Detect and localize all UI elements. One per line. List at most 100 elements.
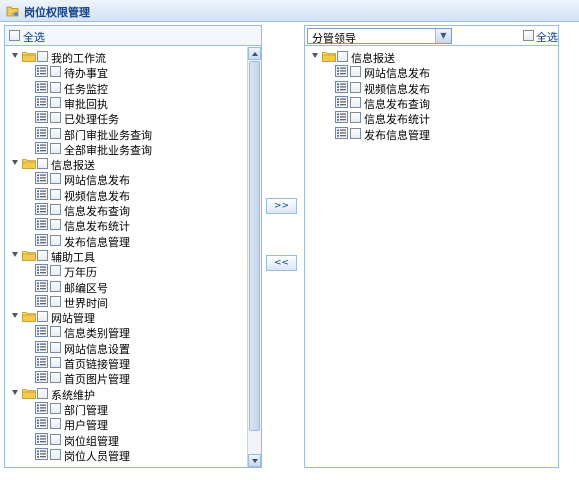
page-icon	[335, 111, 348, 124]
tree-item: 岗位人员管理	[5, 447, 245, 463]
tree-item: 视频信息发布	[305, 80, 545, 96]
item-checkbox[interactable]	[350, 81, 361, 93]
left-select-all-label[interactable]: 全选	[23, 29, 45, 45]
folder-icon	[22, 388, 36, 399]
item-checkbox[interactable]	[350, 96, 361, 108]
triangle-down-icon[interactable]	[12, 313, 18, 319]
right-select-all-checkbox[interactable]	[523, 30, 534, 41]
item-checkbox[interactable]	[50, 418, 61, 430]
assigned-permissions-tree: 信息报送 网站信息发布 视频信息发布 信息发布查询 信息发布统计 发布信息管理	[305, 47, 557, 467]
tree-item: 部门管理	[5, 401, 245, 417]
scroll-thumb[interactable]	[249, 61, 260, 431]
triangle-down-icon[interactable]	[12, 389, 18, 395]
tree-item: 首页图片管理	[5, 370, 245, 386]
assigned-permissions-panel: 分管领导 ▼ 全选 信息报送 网站信息发布 视频信息发布 信息发布查询 信息发布统计 发布…	[304, 25, 559, 468]
group-checkbox[interactable]	[37, 311, 48, 323]
tree-item: 任务监控	[5, 80, 245, 96]
tree-item: 信息发布查询	[5, 202, 245, 218]
folder-key-icon	[6, 6, 19, 17]
scroll-up-button[interactable]	[248, 47, 261, 60]
right-select-all-label[interactable]: 全选	[536, 29, 558, 45]
group-checkbox[interactable]	[37, 249, 48, 261]
page-icon	[35, 141, 48, 154]
add-permission-button[interactable]: >>	[266, 198, 297, 214]
group-checkbox[interactable]	[337, 51, 348, 62]
tree-item: 信息发布统计	[305, 110, 545, 126]
folder-icon	[322, 51, 336, 62]
chevron-down-icon[interactable]: ▼	[435, 29, 451, 43]
item-checkbox[interactable]	[350, 66, 361, 78]
item-checkbox[interactable]	[50, 173, 61, 185]
item-checkbox[interactable]	[50, 357, 61, 368]
item-checkbox[interactable]	[50, 234, 61, 246]
tree-item: 用户管理	[5, 416, 245, 432]
page-icon	[35, 356, 48, 368]
available-permissions-panel: 全选 我的工作流 待办事宜 任务监控 审批回执 已处理任务 部门审批业务查询 全部审批业务查…	[4, 25, 262, 468]
page-icon	[35, 264, 48, 277]
group-checkbox[interactable]	[37, 158, 48, 170]
item-checkbox[interactable]	[50, 280, 61, 292]
item-checkbox[interactable]	[50, 142, 61, 154]
left-tree-scrollbar[interactable]	[247, 47, 261, 467]
tree-item: 信息发布统计	[5, 217, 245, 233]
scroll-down-button[interactable]	[248, 454, 261, 467]
page-icon	[35, 65, 48, 78]
item-checkbox[interactable]	[350, 127, 361, 139]
item-checkbox[interactable]	[50, 204, 61, 215]
item-checkbox[interactable]	[50, 433, 61, 445]
item-checkbox[interactable]	[50, 402, 61, 414]
item-checkbox[interactable]	[50, 127, 61, 139]
group-checkbox[interactable]	[37, 387, 48, 399]
tree-item: 全部审批业务查询	[5, 141, 245, 157]
role-select[interactable]: 分管领导 ▼	[307, 28, 452, 45]
item-checkbox[interactable]	[50, 188, 61, 200]
item-checkbox[interactable]	[50, 66, 61, 78]
item-checkbox[interactable]	[50, 372, 61, 384]
item-checkbox[interactable]	[50, 96, 61, 108]
triangle-down-icon[interactable]	[12, 251, 18, 257]
page-icon	[35, 80, 48, 93]
tree-item: 部门审批业务查询	[5, 126, 245, 142]
item-checkbox[interactable]	[50, 341, 61, 353]
item-checkbox[interactable]	[50, 219, 61, 231]
page-icon	[35, 417, 48, 430]
left-select-all-checkbox[interactable]	[9, 30, 20, 41]
item-checkbox[interactable]	[50, 295, 61, 307]
page-icon	[35, 126, 48, 139]
triangle-down-icon[interactable]	[12, 160, 18, 166]
page-icon	[335, 65, 348, 78]
group-checkbox[interactable]	[37, 51, 48, 62]
tree-item: 信息类别管理	[5, 324, 245, 340]
right-panel-header: 分管领导 ▼ 全选	[305, 26, 558, 46]
tree-item: 网站信息设置	[5, 340, 245, 356]
folder-icon	[22, 51, 36, 62]
folder-icon	[22, 311, 36, 322]
item-label: 发布信息管理	[364, 128, 430, 142]
item-checkbox[interactable]	[50, 326, 61, 338]
tree-group: 我的工作流	[5, 49, 245, 65]
tree-item: 视频信息发布	[5, 187, 245, 203]
remove-permission-button[interactable]: <<	[266, 255, 297, 271]
triangle-down-icon[interactable]	[12, 53, 18, 58]
tree-item: 世界时间	[5, 294, 245, 310]
page-icon	[35, 340, 48, 353]
page-icon	[35, 371, 48, 384]
tree-item: 待办事宜	[5, 64, 245, 80]
tree-group: 系统维护	[5, 386, 245, 402]
triangle-down-icon[interactable]	[312, 53, 318, 58]
item-checkbox[interactable]	[50, 265, 61, 277]
available-permissions-tree: 我的工作流 待办事宜 任务监控 审批回执 已处理任务 部门审批业务查询 全部审批业务查询 信息…	[5, 47, 247, 467]
folder-icon	[22, 250, 36, 261]
item-checkbox[interactable]	[50, 81, 61, 93]
page-icon	[35, 279, 48, 292]
item-checkbox[interactable]	[50, 112, 61, 124]
item-checkbox[interactable]	[350, 112, 361, 124]
item-checkbox[interactable]	[50, 448, 61, 460]
page-icon	[35, 401, 48, 414]
page-icon	[335, 80, 348, 93]
page-icon	[35, 95, 48, 108]
page-icon	[35, 203, 48, 215]
tree-item: 发布信息管理	[305, 126, 545, 142]
page-icon	[335, 95, 348, 108]
tree-item: 网站信息发布	[5, 171, 245, 187]
